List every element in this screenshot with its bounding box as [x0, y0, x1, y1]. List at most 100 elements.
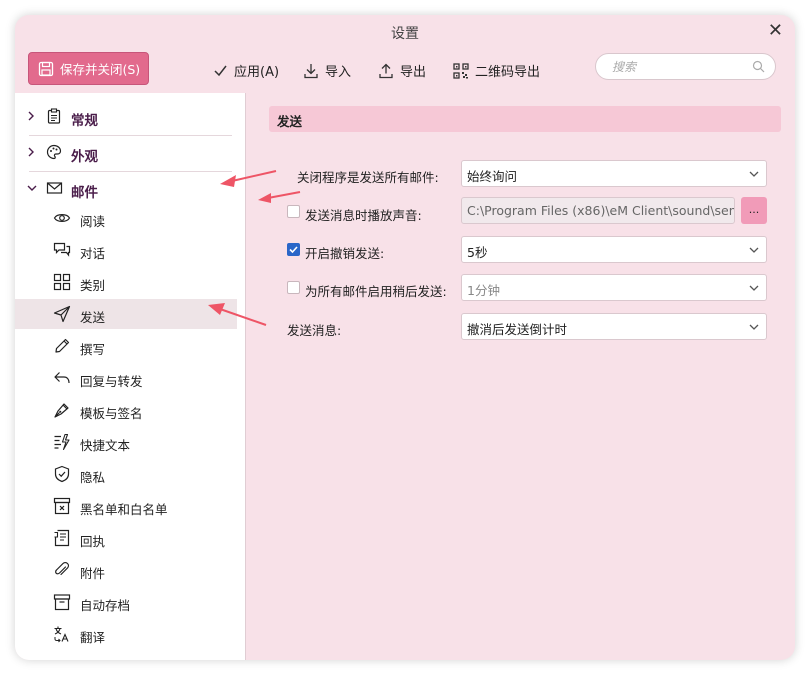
download-icon: [304, 63, 318, 78]
sidebar-item-reply-forward[interactable]: 回复与转发: [15, 363, 237, 393]
sound-path-field[interactable]: C:\Program Files (x86)\eM Client\sound\s…: [461, 197, 735, 224]
send-later-checkbox[interactable]: [287, 281, 300, 294]
qr-export-button[interactable]: 二维码导出: [453, 61, 540, 80]
sidebar-item-translate[interactable]: 翻译: [15, 619, 237, 649]
upload-icon: [379, 63, 393, 78]
sidebar-item-conversation[interactable]: 对话: [15, 235, 237, 265]
select-value: 5秒: [467, 245, 488, 260]
undo-send-label: 开启撤销发送:: [305, 246, 385, 261]
sidebar-item-compose[interactable]: 撰写: [15, 331, 237, 361]
save-and-close-button[interactable]: 保存并关闭(S): [28, 52, 149, 85]
checkmark-icon: [214, 65, 227, 77]
grid-icon: [53, 273, 71, 291]
sidebar-item-quick-text[interactable]: 快捷文本: [15, 427, 237, 457]
sidebar-item-label: 发送: [80, 310, 106, 325]
quick-text-icon: [54, 433, 70, 451]
sidebar-item-attachments[interactable]: 附件: [15, 555, 237, 585]
import-label: 导入: [325, 65, 352, 80]
reply-icon: [54, 372, 70, 384]
sidebar-section-mail[interactable]: 邮件: [15, 173, 245, 205]
sidebar-item-auto-archive[interactable]: 自动存档: [15, 587, 237, 617]
sidebar-item-receipts[interactable]: 回执: [15, 523, 237, 553]
sidebar-item-label: 阅读: [80, 214, 106, 229]
save-icon: [38, 61, 54, 76]
eye-icon: [53, 214, 71, 222]
sidebar-item-label: 翻译: [80, 630, 106, 645]
sidebar-section-label: 常规: [71, 113, 98, 129]
chevron-right-icon: [28, 147, 34, 157]
chevron-down-icon: [749, 324, 759, 330]
sidebar-item-block-allow-list[interactable]: 黑名单和白名单: [15, 491, 237, 521]
close-icon[interactable]: ✕: [768, 20, 783, 41]
shield-icon: [54, 465, 70, 483]
chat-icon: [53, 242, 71, 257]
send-all-on-close-label: 关闭程序是发送所有邮件:: [297, 170, 439, 185]
divider: [29, 171, 232, 172]
sidebar-item-label: 隐私: [80, 470, 106, 485]
save-and-close-label: 保存并关闭(S): [60, 62, 141, 77]
envelope-icon: [46, 182, 63, 194]
send-all-on-close-select[interactable]: 始终询问: [461, 160, 767, 187]
pen-nib-icon: [54, 403, 69, 418]
search-box[interactable]: [595, 53, 776, 80]
sidebar-section-general[interactable]: 常规: [15, 101, 245, 133]
undo-send-select[interactable]: 5秒: [461, 236, 767, 263]
clipboard-icon: [47, 108, 61, 124]
apply-label: 应用(A): [234, 65, 280, 80]
sidebar-item-label: 黑名单和白名单: [80, 502, 168, 517]
chevron-down-icon: [749, 171, 759, 177]
play-sound-label: 发送消息时播放声音:: [305, 208, 422, 223]
sidebar-section-label: 邮件: [71, 185, 98, 201]
chevron-down-icon: [749, 285, 759, 291]
select-value: 始终询问: [467, 169, 518, 184]
palette-icon: [46, 144, 62, 160]
title-bar: 设置 ✕: [15, 15, 795, 49]
sidebar-section-appearance[interactable]: 外观: [15, 137, 245, 169]
send-later-label: 为所有邮件启用稍后发送:: [305, 284, 447, 299]
divider: [29, 135, 232, 136]
sidebar-item-label: 模板与签名: [80, 406, 143, 421]
window-title: 设置: [391, 26, 419, 42]
sidebar-item-label: 自动存档: [80, 598, 131, 613]
import-button[interactable]: 导入: [303, 61, 351, 80]
translate-icon: [54, 626, 69, 643]
sound-path-value: C:\Program Files (x86)\eM Client\sound\s…: [467, 203, 734, 218]
blocklist-icon: [53, 497, 71, 515]
send-message-select[interactable]: 撤消后发送倒计时: [461, 313, 767, 340]
sidebar-item-label: 对话: [80, 246, 106, 261]
select-value: 1分钟: [467, 283, 500, 298]
send-icon: [53, 305, 71, 323]
search-input[interactable]: [612, 59, 740, 74]
undo-send-checkbox[interactable]: [287, 243, 300, 256]
receipt-icon: [54, 529, 70, 547]
qr-code-icon: [453, 62, 469, 79]
archive-icon: [53, 594, 71, 611]
select-value: 撤消后发送倒计时: [467, 322, 568, 337]
section-header: 发送: [269, 106, 781, 132]
sidebar-item-privacy[interactable]: 隐私: [15, 459, 237, 489]
sidebar-item-label: 类别: [80, 278, 106, 293]
export-label: 导出: [400, 65, 427, 80]
apply-button[interactable]: 应用(A): [213, 61, 279, 80]
sidebar-item-label: 撰写: [80, 342, 106, 357]
export-button[interactable]: 导出: [378, 61, 426, 80]
sidebar-item-label: 回执: [80, 534, 106, 549]
sidebar-section-label: 外观: [71, 149, 98, 165]
chevron-down-icon: [27, 185, 37, 191]
send-later-select[interactable]: 1分钟: [461, 274, 767, 301]
sidebar-item-categories[interactable]: 类别: [15, 267, 237, 297]
sidebar-item-label: 快捷文本: [80, 438, 131, 453]
sidebar-item-send[interactable]: 发送: [15, 299, 237, 329]
checkmark-icon: [289, 246, 298, 254]
play-sound-checkbox[interactable]: [287, 205, 300, 218]
search-icon[interactable]: [752, 60, 765, 73]
chevron-right-icon: [28, 111, 34, 121]
sidebar-item-reading[interactable]: 阅读: [15, 203, 237, 233]
sidebar-item-templates-signatures[interactable]: 模板与签名: [15, 395, 237, 425]
pencil-icon: [55, 338, 70, 353]
section-title: 发送: [277, 114, 303, 129]
browse-button[interactable]: ...: [741, 197, 767, 224]
paperclip-icon: [55, 561, 70, 576]
chevron-down-icon: [749, 247, 759, 253]
settings-window: 设置 ✕ 保存并关闭(S) 应用(A) 导入 导出 二维码导出 搜索 常规 外观…: [15, 15, 795, 660]
